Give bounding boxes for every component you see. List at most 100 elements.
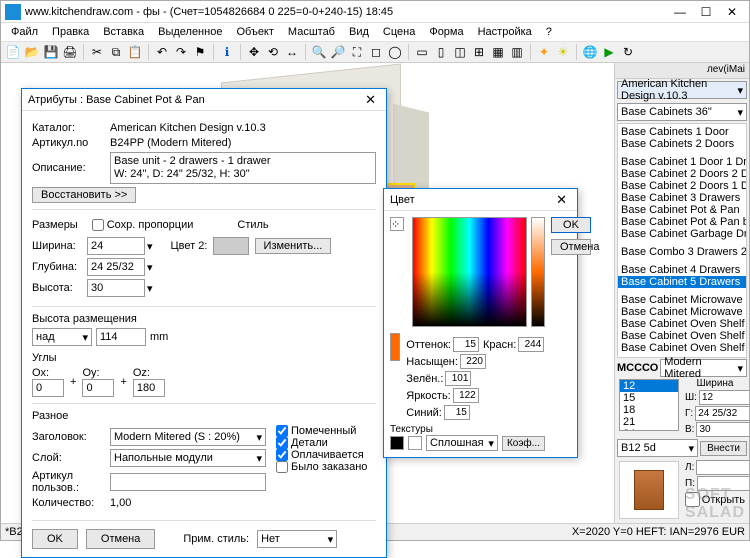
keep-proportions-checkbox[interactable] <box>92 219 104 231</box>
light-icon[interactable]: ☀ <box>555 44 571 60</box>
finish-select[interactable]: Modern Mitered▾ <box>660 359 747 377</box>
undo-icon[interactable]: ↶ <box>154 44 170 60</box>
oz-input[interactable] <box>133 379 165 397</box>
size-item[interactable]: 12 <box>620 380 678 392</box>
zoomout-icon[interactable]: 🔎 <box>330 44 346 60</box>
list-item[interactable]: Base Cabinet Microwave 24" <box>618 294 746 306</box>
web-icon[interactable]: 🌐 <box>582 44 598 60</box>
new-icon[interactable]: 📄 <box>5 44 21 60</box>
sat-input[interactable] <box>460 354 486 369</box>
list-item[interactable]: Base Cabinet Oven Shelf 36" <box>618 342 746 354</box>
change-color-button[interactable]: Изменить... <box>255 238 332 254</box>
menu-object[interactable]: Объект <box>230 25 279 39</box>
menu-edit[interactable]: Правка <box>46 25 95 39</box>
width-input[interactable] <box>699 390 749 405</box>
attr-height-input[interactable] <box>87 279 145 297</box>
ox-input[interactable] <box>32 379 64 397</box>
ordered-checkbox[interactable] <box>276 461 288 473</box>
color-ok-button[interactable]: OK <box>551 217 591 233</box>
refresh-icon[interactable]: ↻ <box>620 44 636 60</box>
list-item[interactable]: Base Cabinet 4 Drawers <box>618 264 746 276</box>
luminance-slider[interactable] <box>531 217 545 327</box>
marked-checkbox[interactable] <box>276 425 288 437</box>
description-box[interactable]: Base unit - 2 drawers - 1 drawerW: 24", … <box>110 152 376 184</box>
item-list[interactable]: Base Cabinets 1 DoorBase Cabinets 2 Door… <box>617 123 747 358</box>
ok-button[interactable]: OK <box>32 529 78 549</box>
render-icon[interactable]: ✦ <box>536 44 552 60</box>
menu-insert[interactable]: Вставка <box>97 25 150 39</box>
color-cancel-button[interactable]: Отмена <box>551 239 591 255</box>
catalog-select[interactable]: American Kitchen Design v.10.3▾ <box>617 81 747 99</box>
layer-select[interactable]: Напольные модули▾ <box>110 449 266 467</box>
oy-input[interactable] <box>82 379 114 397</box>
list-item[interactable]: Base Cabinets 2 Doors <box>618 138 746 150</box>
list-item[interactable]: Base Cabinet 5 Drawers <box>618 276 746 288</box>
code-select[interactable]: B12 5d▾ <box>617 439 698 457</box>
paste-icon[interactable]: 📋 <box>127 44 143 60</box>
rotate-icon[interactable]: ⟲ <box>265 44 281 60</box>
list-item[interactable]: Base Cabinets 1 Door <box>618 126 746 138</box>
redo-icon[interactable]: ↷ <box>173 44 189 60</box>
texture-icon-2[interactable] <box>408 436 422 450</box>
info-icon[interactable]: ℹ <box>219 44 235 60</box>
color2-swatch[interactable] <box>213 237 249 255</box>
save-icon[interactable]: 💾 <box>43 44 59 60</box>
list-item[interactable]: Base Combo 3 Drawers 2 Doors <box>618 246 746 258</box>
user-article-input[interactable] <box>110 473 266 491</box>
attr-width-input[interactable] <box>87 237 145 255</box>
menu-file[interactable]: Файл <box>5 25 44 39</box>
size-item[interactable]: 24 <box>620 428 678 431</box>
close-icon[interactable]: ✕ <box>552 192 571 208</box>
depth-input[interactable] <box>695 406 749 421</box>
zoomin-icon[interactable]: 🔍 <box>311 44 327 60</box>
menu-settings[interactable]: Настройка <box>472 25 538 39</box>
category-select[interactable]: Base Cabinets 36"▾ <box>617 103 747 121</box>
size-item[interactable]: 18 <box>620 404 678 416</box>
coef-button[interactable]: Коэф... <box>502 436 545 451</box>
move-icon[interactable]: ✥ <box>246 44 262 60</box>
elevation-mode-select[interactable]: над▾ <box>32 328 92 346</box>
list-item[interactable]: Base Cabinet 2 Doors 1 Drawer <box>618 180 746 192</box>
cut-icon[interactable]: ✂ <box>89 44 105 60</box>
color-spectrum[interactable] <box>412 217 527 327</box>
size-item[interactable]: 21 <box>620 416 678 428</box>
panel-tab[interactable]: лev(iMai <box>615 63 749 79</box>
list-item[interactable]: Base Cabinet Microwave 30" <box>618 306 746 318</box>
size-item[interactable]: 15 <box>620 392 678 404</box>
size-list[interactable]: 12151821242730 <box>619 379 679 431</box>
copy-icon[interactable]: ⧉ <box>108 44 124 60</box>
insert-button[interactable]: Внести <box>700 441 747 456</box>
texture-icon[interactable] <box>390 436 404 450</box>
eyedropper-icon[interactable]: ⁘ <box>390 217 404 231</box>
red-input[interactable] <box>518 337 544 352</box>
print-icon[interactable]: 🖨 <box>62 44 78 60</box>
measure-icon[interactable]: ↔ <box>284 44 300 60</box>
list-item[interactable]: Base Cabinet Garbage Drawer <box>618 228 746 240</box>
blue-input[interactable] <box>444 405 470 420</box>
play-icon[interactable]: ▶ <box>601 44 617 60</box>
menu-select[interactable]: Выделенное <box>152 25 228 39</box>
elevation-input[interactable] <box>96 328 146 346</box>
height-input[interactable] <box>696 422 749 437</box>
menu-help[interactable]: ? <box>540 25 558 39</box>
zoom1-icon[interactable]: ◯ <box>387 44 403 60</box>
zoomfit-icon[interactable]: ⛶ <box>349 44 365 60</box>
view2-icon[interactable]: ▯ <box>433 44 449 60</box>
list-item[interactable]: Base Cabinet Pot & Pan <box>618 204 746 216</box>
close-button[interactable]: ✕ <box>719 3 745 21</box>
list-item[interactable]: Base Cabinet 1 Door 1 Drawer <box>618 156 746 168</box>
menu-view[interactable]: Вид <box>343 25 375 39</box>
restore-button[interactable]: Восстановить >> <box>32 187 136 203</box>
close-icon[interactable]: ✕ <box>361 92 380 108</box>
hue-input[interactable] <box>453 337 479 352</box>
zoomwin-icon[interactable]: ◻ <box>368 44 384 60</box>
texture-select[interactable]: Сплошная▾ <box>426 435 498 451</box>
billable-checkbox[interactable] <box>276 449 288 461</box>
view3-icon[interactable]: ◫ <box>452 44 468 60</box>
left-input[interactable] <box>696 460 749 475</box>
view1-icon[interactable]: ▭ <box>414 44 430 60</box>
lum-input[interactable] <box>453 388 479 403</box>
view4-icon[interactable]: ⊞ <box>471 44 487 60</box>
cancel-button[interactable]: Отмена <box>86 529 155 549</box>
header-select[interactable]: Modern Mitered (S : 20%)▾ <box>110 428 266 446</box>
